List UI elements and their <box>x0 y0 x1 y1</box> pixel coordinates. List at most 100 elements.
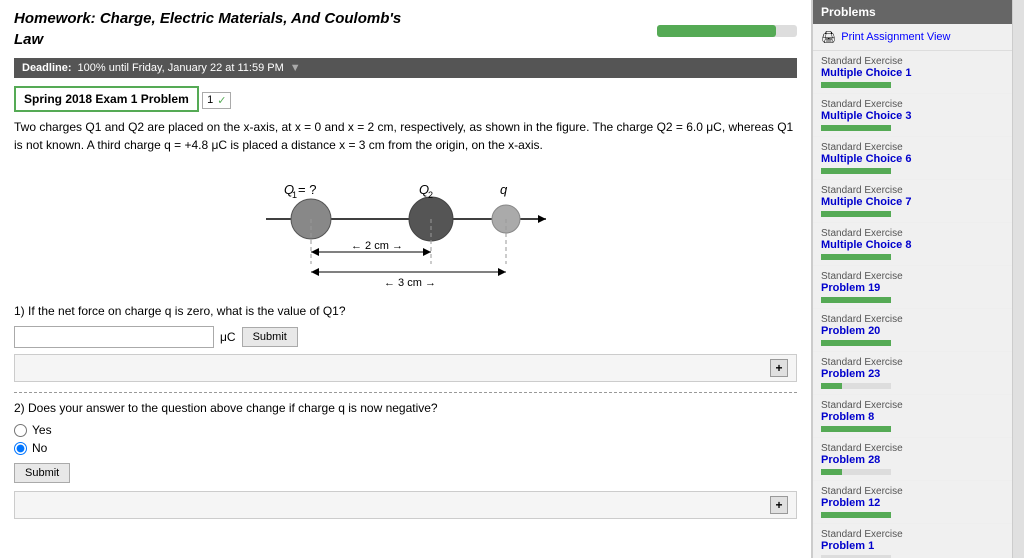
answer-input-row: μC Submit <box>14 326 797 348</box>
sidebar-print[interactable]: 🖨 Print Assignment View <box>813 24 1012 51</box>
sidebar-item-8[interactable]: Standard Exercise Problem 8 <box>813 395 1012 438</box>
answer-input[interactable] <box>14 326 214 348</box>
sidebar-progress-fill-10 <box>821 512 891 518</box>
sidebar-item-label-1: Standard Exercise <box>821 99 1004 110</box>
unit-label: μC <box>220 330 236 344</box>
svg-text:1: 1 <box>292 190 297 200</box>
expand-button-2[interactable]: + <box>770 496 788 514</box>
expand-button-1[interactable]: + <box>770 359 788 377</box>
svg-text:← 2 cm →: ← 2 cm → <box>351 240 403 252</box>
sidebar-item-7[interactable]: Standard Exercise Problem 23 <box>813 352 1012 395</box>
radio-yes[interactable] <box>14 424 27 437</box>
svg-text:q: q <box>500 182 508 197</box>
sidebar-header: Problems <box>813 0 1012 24</box>
sidebar-item-title-7[interactable]: Problem 23 <box>821 368 1004 380</box>
submit2-button[interactable]: Submit <box>14 463 70 483</box>
sidebar-item-title-10[interactable]: Problem 12 <box>821 497 1004 509</box>
sidebar-item-title-11[interactable]: Problem 1 <box>821 540 1004 552</box>
sidebar-item-label-2: Standard Exercise <box>821 142 1004 153</box>
sidebar-items-container: Standard Exercise Multiple Choice 1 Stan… <box>813 51 1012 558</box>
radio-no-option: No <box>14 441 797 455</box>
check-mark-icon: ✓ <box>217 94 226 107</box>
sidebar-progress-fill-6 <box>821 340 891 346</box>
sidebar-progress-bar-6 <box>821 340 891 346</box>
radio-no-label: No <box>32 441 47 455</box>
problem-number-badge: 1 ✓ <box>202 92 231 109</box>
page-title: Homework: Charge, Electric Materials, An… <box>14 10 649 52</box>
sidebar-item-label-11: Standard Exercise <box>821 529 1004 540</box>
expand-row-1: + <box>14 354 797 382</box>
sidebar-item-label-7: Standard Exercise <box>821 357 1004 368</box>
section-divider <box>14 392 797 393</box>
radio-yes-label: Yes <box>32 423 52 437</box>
sidebar-progress-fill-1 <box>821 125 891 131</box>
print-link[interactable]: Print Assignment View <box>841 31 950 43</box>
sidebar-progress-bar-3 <box>821 211 891 217</box>
deadline-value: 100% until Friday, January 22 at 11:59 P… <box>78 62 284 74</box>
expand-row-2: + <box>14 491 797 519</box>
question1-num: 1) <box>14 304 25 318</box>
sidebar-item-title-3[interactable]: Multiple Choice 7 <box>821 196 1004 208</box>
main-content: Homework: Charge, Electric Materials, An… <box>0 0 812 558</box>
sidebar-progress-bar-1 <box>821 125 891 131</box>
sidebar-progress-bar-7 <box>821 383 891 389</box>
sidebar-progress-bar-2 <box>821 168 891 174</box>
sidebar-progress-fill-8 <box>821 426 891 432</box>
sidebar-item-label-0: Standard Exercise <box>821 56 1004 67</box>
sidebar-item-5[interactable]: Standard Exercise Problem 19 <box>813 266 1012 309</box>
sidebar-item-4[interactable]: Standard Exercise Multiple Choice 8 <box>813 223 1012 266</box>
sidebar-item-11[interactable]: Standard Exercise Problem 1 <box>813 524 1012 558</box>
sidebar-item-label-10: Standard Exercise <box>821 486 1004 497</box>
sidebar-item-label-8: Standard Exercise <box>821 400 1004 411</box>
sidebar-progress-fill-4 <box>821 254 891 260</box>
question1-text: If the net force on charge q is zero, wh… <box>28 304 346 318</box>
sidebar-item-title-1[interactable]: Multiple Choice 3 <box>821 110 1004 122</box>
sidebar-item-title-2[interactable]: Multiple Choice 6 <box>821 153 1004 165</box>
sidebar-progress-bar-10 <box>821 512 891 518</box>
figure: Q 1 = ? Q 2 q ← 2 cm → ← 3 cm → <box>14 164 797 294</box>
physics-diagram: Q 1 = ? Q 2 q ← 2 cm → ← 3 cm → <box>236 164 576 294</box>
sidebar-item-label-4: Standard Exercise <box>821 228 1004 239</box>
sidebar-item-label-5: Standard Exercise <box>821 271 1004 282</box>
radio-no[interactable] <box>14 442 27 455</box>
sidebar-item-title-6[interactable]: Problem 20 <box>821 325 1004 337</box>
sidebar-item-0[interactable]: Standard Exercise Multiple Choice 1 <box>813 51 1012 94</box>
sidebar-progress-bar-5 <box>821 297 891 303</box>
sidebar-item-1[interactable]: Standard Exercise Multiple Choice 3 <box>813 94 1012 137</box>
sidebar-progress-fill-3 <box>821 211 891 217</box>
top-progress-fill <box>657 25 776 37</box>
scrollbar-track[interactable] <box>1012 0 1024 558</box>
sidebar-progress-bar-0 <box>821 82 891 88</box>
sidebar-item-label-3: Standard Exercise <box>821 185 1004 196</box>
question2-text: Does your answer to the question above c… <box>28 401 438 415</box>
sidebar-item-title-8[interactable]: Problem 8 <box>821 411 1004 423</box>
deadline-bar: Deadline: 100% until Friday, January 22 … <box>14 58 797 78</box>
sidebar: Problems 🖨 Print Assignment View Standar… <box>812 0 1012 558</box>
deadline-label: Deadline: <box>22 62 72 74</box>
sidebar-progress-fill-0 <box>821 82 891 88</box>
sidebar-item-2[interactable]: Standard Exercise Multiple Choice 6 <box>813 137 1012 180</box>
sidebar-progress-bar-8 <box>821 426 891 432</box>
svg-text:2: 2 <box>428 190 433 200</box>
sidebar-item-title-4[interactable]: Multiple Choice 8 <box>821 239 1004 251</box>
sidebar-item-3[interactable]: Standard Exercise Multiple Choice 7 <box>813 180 1012 223</box>
sidebar-item-9[interactable]: Standard Exercise Problem 28 <box>813 438 1012 481</box>
sidebar-progress-fill-2 <box>821 168 891 174</box>
problem-text: Two charges Q1 and Q2 are placed on the … <box>14 118 797 154</box>
sidebar-item-title-9[interactable]: Problem 28 <box>821 454 1004 466</box>
sidebar-item-title-5[interactable]: Problem 19 <box>821 282 1004 294</box>
deadline-dropdown-icon[interactable]: ▼ <box>290 62 301 74</box>
question2: 2) Does your answer to the question abov… <box>14 401 797 415</box>
sidebar-item-title-0[interactable]: Multiple Choice 1 <box>821 67 1004 79</box>
sidebar-item-6[interactable]: Standard Exercise Problem 20 <box>813 309 1012 352</box>
sidebar-item-label-6: Standard Exercise <box>821 314 1004 325</box>
problem-box: Spring 2018 Exam 1 Problem <box>14 86 199 112</box>
sidebar-progress-bar-9 <box>821 469 891 475</box>
sidebar-item-10[interactable]: Standard Exercise Problem 12 <box>813 481 1012 524</box>
svg-text:← 3 cm →: ← 3 cm → <box>384 277 436 289</box>
sidebar-progress-fill-5 <box>821 297 891 303</box>
title-row: Homework: Charge, Electric Materials, An… <box>14 10 797 52</box>
printer-icon: 🖨 <box>821 30 836 44</box>
submit1-button[interactable]: Submit <box>242 327 298 347</box>
sidebar-progress-fill-9 <box>821 469 842 475</box>
